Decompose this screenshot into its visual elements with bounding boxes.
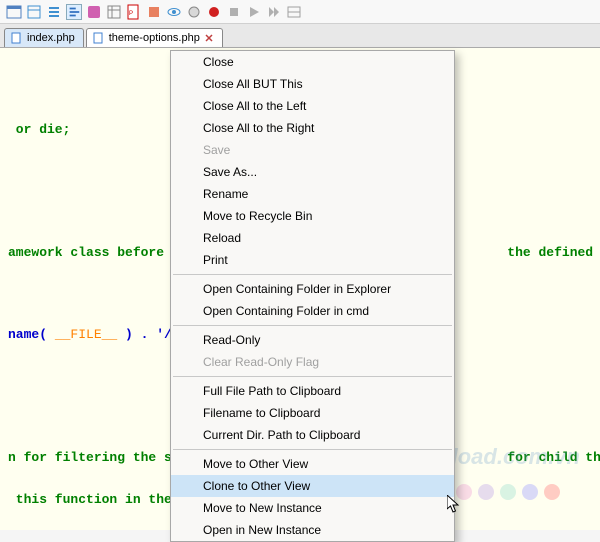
code-text: n for filtering the s [8, 450, 172, 465]
menu-save-as[interactable]: Save As... [171, 161, 454, 183]
menu-open-new-instance[interactable]: Open in New Instance [171, 519, 454, 541]
menu-rename[interactable]: Rename [171, 183, 454, 205]
menu-recycle[interactable]: Move to Recycle Bin [171, 205, 454, 227]
file-icon [11, 32, 23, 44]
dot-icon [500, 484, 516, 500]
toolbar-icon[interactable] [186, 4, 202, 20]
toolbar-icon[interactable] [146, 4, 162, 20]
code-text: for child themes to ove [499, 450, 600, 465]
menu-full-path-clipboard[interactable]: Full File Path to Clipboard [171, 380, 454, 402]
menu-save: Save [171, 139, 454, 161]
pdf-icon[interactable]: P [126, 4, 142, 20]
toolbar-icon[interactable] [106, 4, 122, 20]
tab-label: theme-options.php [109, 32, 200, 44]
forward-icon[interactable] [266, 4, 282, 20]
toolbar-icon[interactable] [86, 4, 102, 20]
dot-icon [522, 484, 538, 500]
tab-bar: index.php theme-options.php [0, 24, 600, 48]
menu-move-other-view[interactable]: Move to Other View [171, 453, 454, 475]
code-text: the defined urls and di [499, 245, 600, 260]
menu-separator [173, 376, 452, 377]
menu-dir-path-clipboard[interactable]: Current Dir. Path to Clipboard [171, 424, 454, 446]
stop-icon[interactable] [226, 4, 242, 20]
code-text: ) . '/ [117, 327, 172, 342]
close-icon[interactable] [204, 33, 214, 43]
toolbar-icon[interactable] [26, 4, 42, 20]
menu-read-only[interactable]: Read-Only [171, 329, 454, 351]
context-menu: Close Close All BUT This Close All to th… [170, 50, 455, 542]
menu-filename-clipboard[interactable]: Filename to Clipboard [171, 402, 454, 424]
file-icon [93, 32, 105, 44]
code-text: __FILE__ [55, 327, 117, 342]
record-icon[interactable] [206, 4, 222, 20]
menu-close-all-right[interactable]: Close All to the Right [171, 117, 454, 139]
menu-close-all-but-this[interactable]: Close All BUT This [171, 73, 454, 95]
toolbar-icon[interactable] [286, 4, 302, 20]
eye-icon[interactable] [166, 4, 182, 20]
menu-open-folder-explorer[interactable]: Open Containing Folder in Explorer [171, 278, 454, 300]
menu-separator [173, 325, 452, 326]
menu-separator [173, 274, 452, 275]
toolbar: P [0, 0, 600, 24]
toolbar-icon[interactable] [46, 4, 62, 20]
toolbar-icon[interactable] [66, 4, 82, 20]
code-text: or die; [8, 122, 70, 137]
menu-reload[interactable]: Reload [171, 227, 454, 249]
menu-close[interactable]: Close [171, 51, 454, 73]
dot-icon [478, 484, 494, 500]
toolbar-icon[interactable] [6, 4, 22, 20]
tab-theme-options[interactable]: theme-options.php [86, 28, 223, 47]
menu-clear-read-only: Clear Read-Only Flag [171, 351, 454, 373]
menu-open-folder-cmd[interactable]: Open Containing Folder in cmd [171, 300, 454, 322]
menu-move-new-instance[interactable]: Move to New Instance [171, 497, 454, 519]
code-text: amework class before [8, 245, 172, 260]
play-icon[interactable] [246, 4, 262, 20]
tab-index[interactable]: index.php [4, 28, 84, 47]
menu-close-all-left[interactable]: Close All to the Left [171, 95, 454, 117]
code-text: this function in the [8, 492, 180, 507]
tab-label: index.php [27, 32, 75, 44]
menu-clone-other-view[interactable]: Clone to Other View [171, 475, 454, 497]
svg-text:P: P [129, 11, 133, 17]
menu-separator [173, 449, 452, 450]
dot-icon [456, 484, 472, 500]
code-text: name( [8, 327, 55, 342]
menu-print[interactable]: Print [171, 249, 454, 271]
dot-icon [544, 484, 560, 500]
